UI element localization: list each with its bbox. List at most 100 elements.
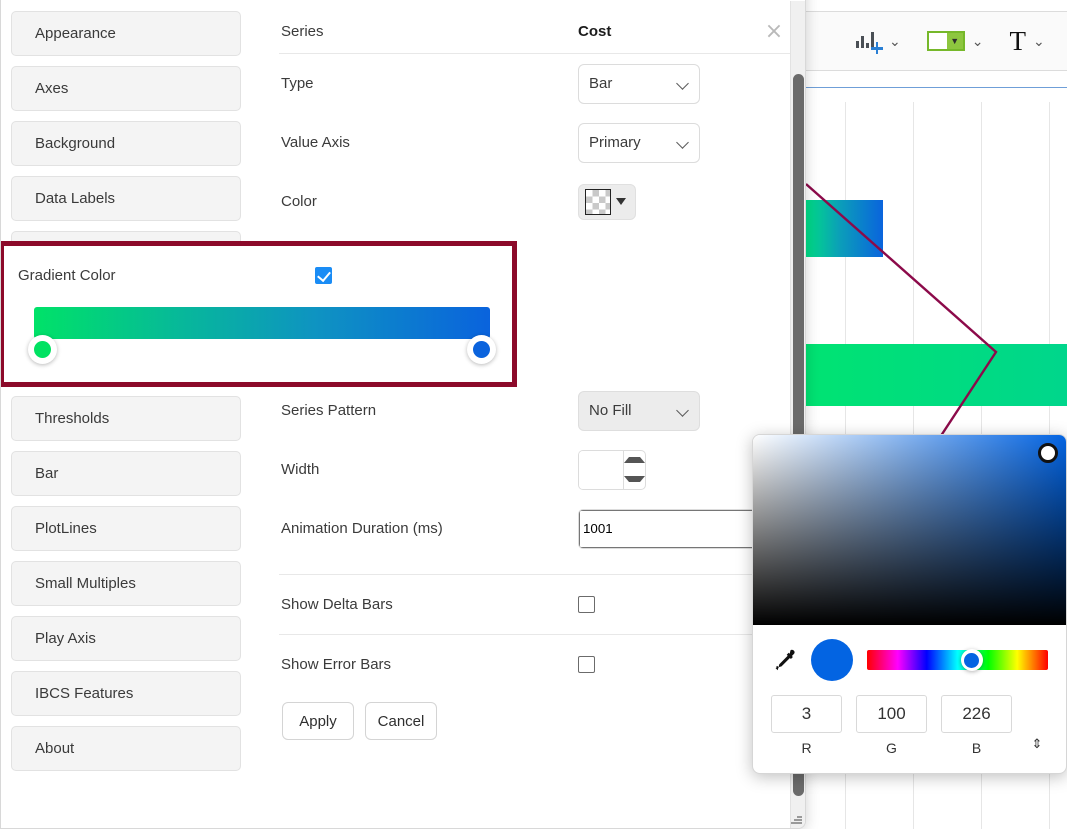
red-label: R [801,740,811,756]
value-axis-row: Value Axis Primary [265,113,793,172]
type-row: Type Bar [265,54,793,113]
sidebar-item-label: Appearance [35,25,116,42]
chevron-down-icon[interactable]: ⌄ [889,34,901,48]
series-pattern-row: Series Pattern No Fill [265,381,793,440]
gradient-color-row: Gradient Color [4,246,512,305]
color-row: Color [265,172,793,231]
sidebar-item-play-axis[interactable]: Play Axis [11,616,241,661]
color-format-toggle-icon[interactable]: ⇕ [1026,737,1048,750]
series-pattern-select[interactable]: No Fill [578,391,700,431]
sidebar-item-background[interactable]: Background [11,121,241,166]
sidebar-item-plotlines[interactable]: PlotLines [11,506,241,551]
animation-duration-input[interactable] [579,510,764,548]
color-picker-popup: R G B ⇕ [752,434,1067,774]
blue-label: B [972,740,981,756]
gradient-preview-bar [34,307,490,339]
width-stepper[interactable] [578,450,646,490]
color-swatch-button[interactable] [578,184,636,220]
series-header-label: Series [281,23,578,40]
width-increment-button[interactable] [624,451,645,470]
chevron-down-icon [677,405,689,417]
animation-duration-row: Animation Duration (ms) [265,499,793,558]
gradient-end-color-dot [473,341,490,358]
sidebar-item-small-multiples[interactable]: Small Multiples [11,561,241,606]
red-channel: R [771,695,842,756]
width-input[interactable] [579,451,623,489]
blue-channel: B [941,695,1012,756]
caret-down-icon [616,198,626,205]
sidebar-item-label: IBCS Features [35,685,133,702]
sidebar-item-label: Small Multiples [35,575,136,592]
chart-settings-dialog: × Appearance Axes Background Data Labels… [0,0,806,829]
value-axis-select[interactable]: Primary [578,123,700,163]
sidebar-item-label: Data Labels [35,190,115,207]
sidebar-item-ibcs-features[interactable]: IBCS Features [11,671,241,716]
show-error-bars-row: Show Error Bars [265,635,793,694]
type-select[interactable]: Bar [578,64,700,104]
hue-slider[interactable] [867,650,1048,670]
sidebar-item-label: About [35,740,74,757]
width-decrement-button[interactable] [624,470,645,489]
bar-chart-plus-icon [856,30,882,52]
sidebar-item-axes[interactable]: Axes [11,66,241,111]
value-axis-label: Value Axis [281,134,578,151]
blue-input[interactable] [941,695,1012,733]
green-label: G [886,740,897,756]
sidebar-item-appearance[interactable]: Appearance [11,11,241,56]
gradient-start-stop-handle[interactable] [28,335,57,364]
sidebar-item-label: PlotLines [35,520,97,537]
gradient-start-color-dot [34,341,51,358]
chart-toolbar: ⌄ ▼ ⌄ T ⌄ [806,11,1067,71]
fill-color-button[interactable]: ▼ ⌄ [927,31,984,51]
sidebar-item-bar[interactable]: Bar [11,451,241,496]
green-input[interactable] [856,695,927,733]
chevron-down-icon[interactable]: ⌄ [972,34,984,48]
sidebar-item-label: Thresholds [35,410,109,427]
chevron-down-icon [677,137,689,149]
current-color-swatch [811,639,853,681]
sidebar-item-thresholds[interactable]: Thresholds [11,396,241,441]
text-format-button[interactable]: T ⌄ [1009,28,1044,55]
series-settings-form: Series Cost Type Bar Value Axis Primary … [265,1,793,828]
red-input[interactable] [771,695,842,733]
cancel-button[interactable]: Cancel [365,702,437,740]
gradient-end-stop-handle[interactable] [467,335,496,364]
show-error-bars-checkbox[interactable] [578,656,595,673]
sv-cursor-handle[interactable] [1038,443,1058,463]
sidebar-item-data-labels[interactable]: Data Labels [11,176,241,221]
chart-top-rule [806,87,1067,88]
series-name-value: Cost [578,23,611,40]
animation-duration-label: Animation Duration (ms) [281,520,578,537]
hue-slider-handle[interactable] [961,649,983,671]
settings-sidebar: Appearance Axes Background Data Labels L… [1,1,249,828]
show-delta-bars-row: Show Delta Bars [265,575,793,634]
show-delta-bars-checkbox[interactable] [578,596,595,613]
eyedropper-icon[interactable] [771,647,797,673]
width-row: Width [265,440,793,499]
type-value: Bar [589,75,612,92]
type-label: Type [281,75,578,92]
chevron-down-icon [677,78,689,90]
show-delta-bars-label: Show Delta Bars [281,596,578,613]
color-picker-controls: R G B ⇕ [753,625,1066,756]
dialog-actions: Apply Cancel [265,694,793,740]
gradient-slider[interactable] [28,307,496,369]
gradient-color-checkbox[interactable] [315,267,332,284]
resize-handle-icon[interactable] [789,812,803,826]
saturation-value-area[interactable] [753,435,1066,625]
add-series-button[interactable]: ⌄ [856,30,901,52]
sidebar-item-about[interactable]: About [11,726,241,771]
gradient-color-highlight: Gradient Color [0,241,517,387]
sidebar-item-label: Play Axis [35,630,96,647]
value-axis-value: Primary [589,134,641,151]
gradient-color-label: Gradient Color [18,267,315,284]
sidebar-item-label: Bar [35,465,58,482]
chevron-down-icon[interactable]: ⌄ [1033,34,1045,48]
show-error-bars-label: Show Error Bars [281,656,578,673]
color-label: Color [281,193,578,210]
width-label: Width [281,461,578,478]
series-header-row: Series Cost [265,1,793,53]
series-pattern-label: Series Pattern [281,402,578,419]
text-T-icon: T [1009,28,1026,55]
apply-button[interactable]: Apply [282,702,354,740]
